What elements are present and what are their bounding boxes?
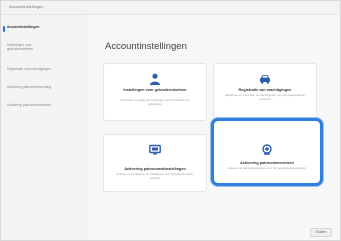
card-description: Activeer en configureer de instellingen … [116, 172, 194, 180]
user-icon [150, 73, 160, 85]
card-user-management[interactable]: Instellingen voor gebruikersbeheer Contr… [103, 63, 207, 121]
car-icon [260, 75, 270, 84]
card-permissions[interactable]: Registratie van machtigingen Registreer … [213, 63, 317, 121]
card-pattern-features[interactable]: Activering patroonkenmerken Activeer de … [211, 118, 323, 186]
window-title: Accountinstellingen [9, 4, 44, 9]
sidebar-item-user-management[interactable]: Instellingen voor gebruikersbeheer [7, 43, 57, 52]
sidebar-active-indicator [3, 26, 5, 32]
main-panel: Accountinstellingen Instellingen voor ge… [87, 15, 340, 240]
sidebar-item-pattern-features[interactable]: Activering patroonkenmerken [7, 103, 81, 107]
card-description: Registreer en controleer de machtigingen… [225, 93, 305, 101]
card-title: Activering patroonkenmerken [240, 161, 294, 165]
card-title: Instellingen voor gebruikersbeheer [123, 88, 187, 92]
card-title: Activering patroonmatinstellingen [124, 167, 186, 171]
card-description: Activeer de patroonkenmerken voor het ge… [228, 166, 306, 170]
sidebar-item-account-settings[interactable]: Accountinstellingen [7, 25, 81, 29]
app-window: Accountinstellingen Accountinstellingen … [0, 0, 341, 241]
badge-icon [262, 144, 272, 155]
page-title: Accountinstellingen [105, 41, 187, 52]
sidebar-item-permissions[interactable]: Registratie van machtigingen [7, 67, 81, 71]
monitor-icon [149, 144, 161, 155]
card-title: Registratie van machtigingen [238, 88, 292, 92]
title-bar: Accountinstellingen [1, 1, 340, 15]
sidebar-item-pattern-recognition[interactable]: Activering patroonherkenning [7, 85, 81, 89]
close-button[interactable]: Sluiten [310, 228, 332, 237]
card-pattern-settings[interactable]: Activering patroonmatinstellingen Active… [103, 134, 207, 192]
sidebar: Accountinstellingen Instellingen voor ge… [1, 15, 87, 240]
card-description: Controleer en wijzig de instellingen voo… [120, 98, 190, 106]
